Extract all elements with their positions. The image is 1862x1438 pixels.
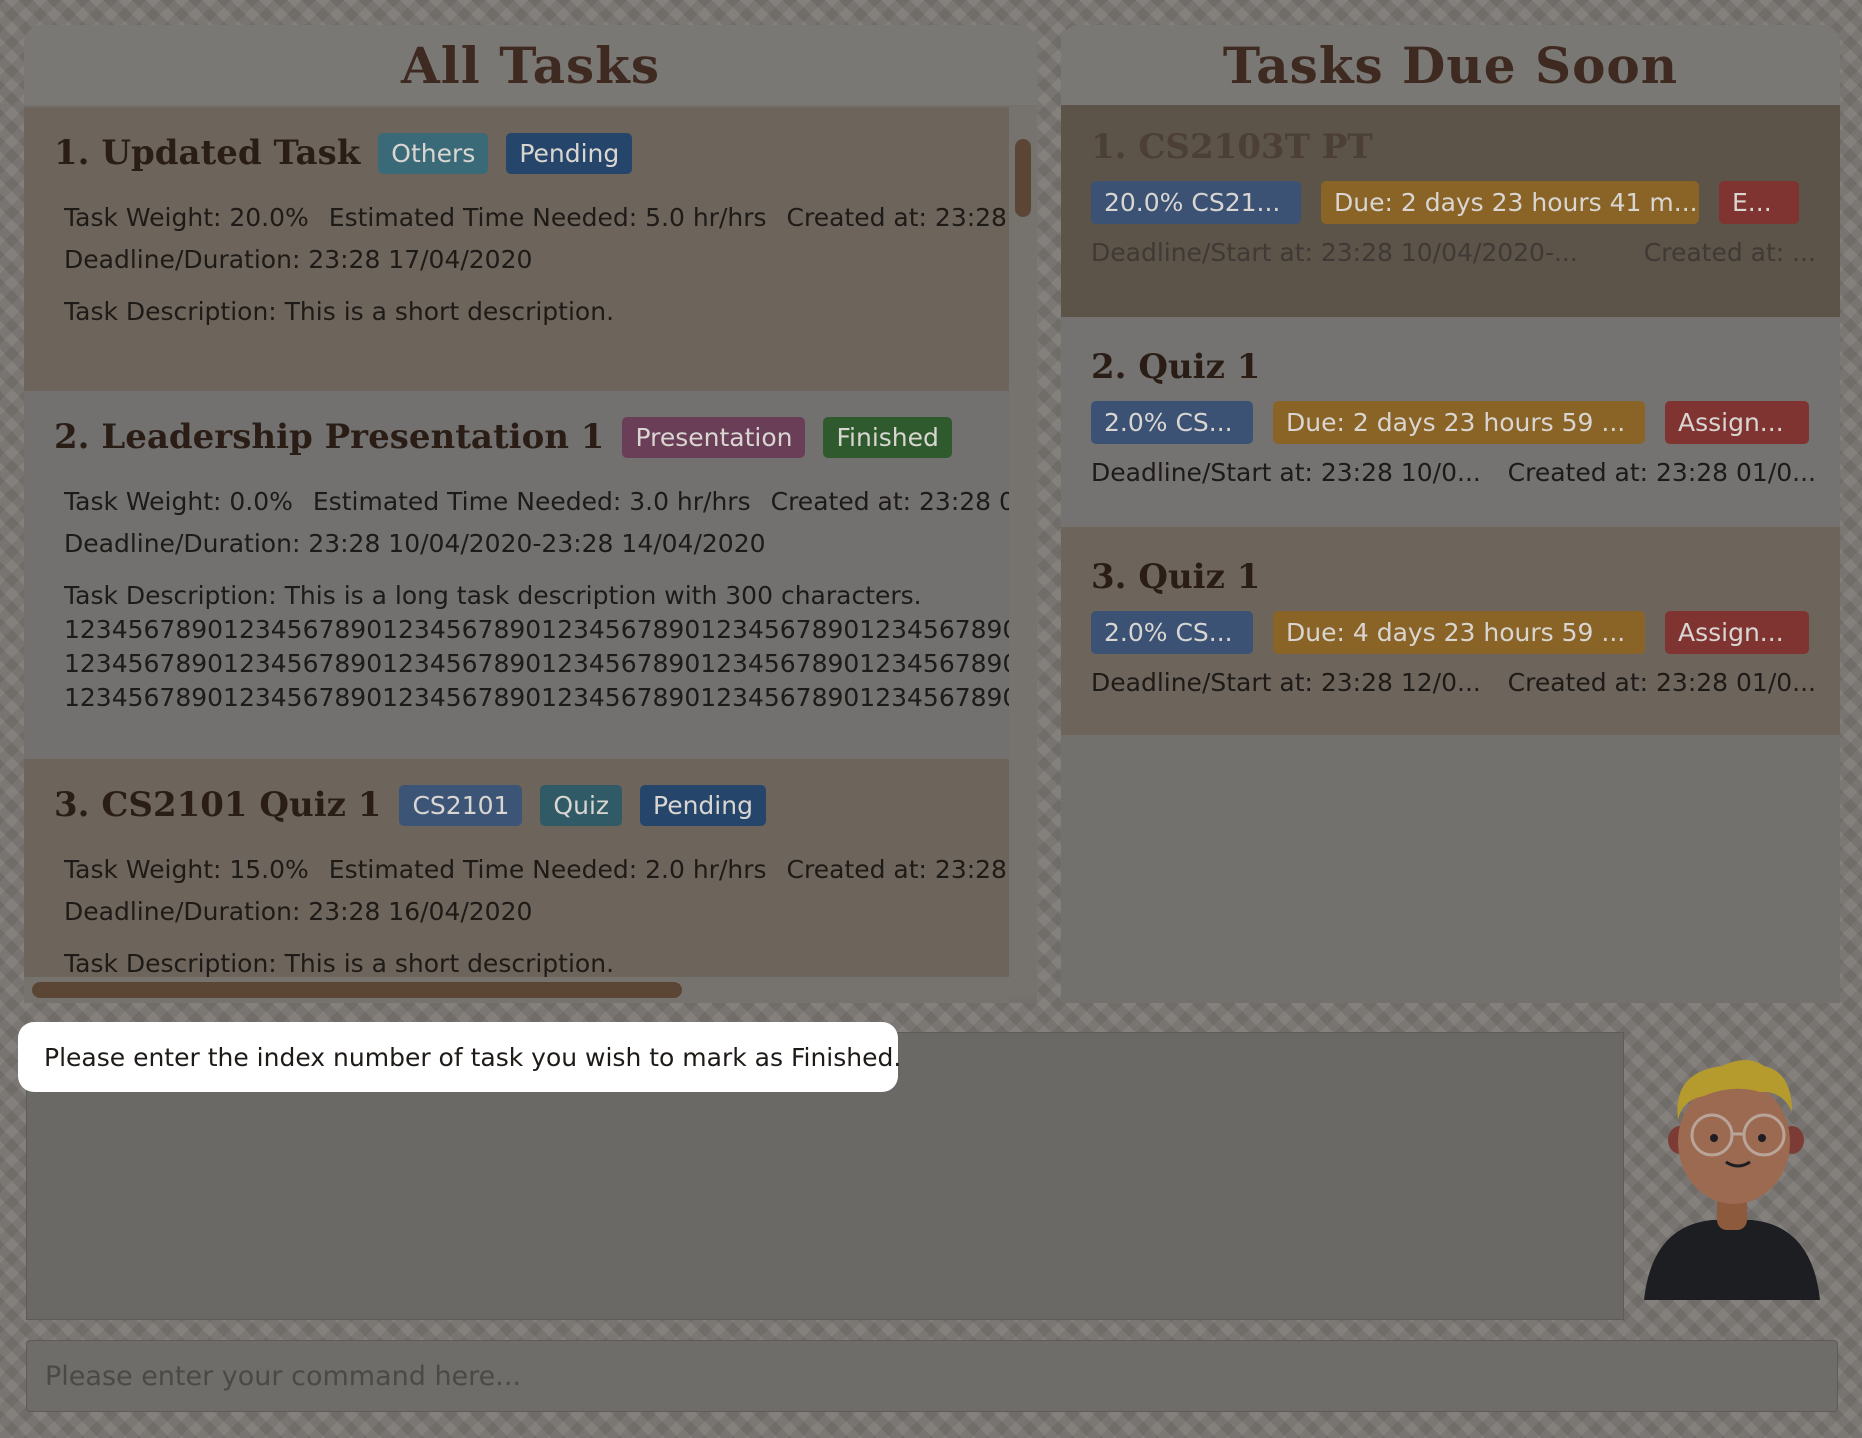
due-deadline: Deadline/Start at: 23:28 10/04/2020-... — [1091, 238, 1578, 267]
task-estimated-time: Estimated Time Needed: 3.0 hr/hrs — [312, 487, 751, 516]
tag-cs2101: CS2101 — [399, 784, 523, 826]
task-card[interactable]: 3. CS2101 Quiz 1 CS2101 Quiz Pending Tas… — [24, 759, 1009, 977]
task-created-at: Created at: 23:28 01 — [770, 487, 1009, 516]
task-estimated-time: Estimated Time Needed: 2.0 hr/hrs — [328, 855, 767, 884]
all-tasks-list[interactable]: 1. Updated Task Others Pending Task Weig… — [24, 107, 1009, 977]
due-card[interactable]: 2. Quiz 1 2.0% CS... Due: 2 days 23 hour… — [1061, 317, 1840, 527]
tag-presentation: Presentation — [622, 416, 806, 458]
due-task-title: 1. CS2103T PT — [1091, 127, 1373, 167]
due-card-selected[interactable]: 1. CS2103T PT 20.0% CS21... Due: 2 days … — [1061, 105, 1840, 317]
due-card[interactable]: 3. Quiz 1 2.0% CS... Due: 4 days 23 hour… — [1061, 527, 1840, 735]
result-message: Please enter the index number of task yo… — [18, 1022, 901, 1092]
command-input[interactable] — [26, 1340, 1838, 1412]
task-created-at: Created at: 23:28 0 — [786, 203, 1009, 232]
task-description: Task Description: This is a short descri… — [64, 949, 615, 977]
vertical-scrollbar-thumb[interactable] — [1015, 139, 1031, 217]
task-title: 2. Leadership Presentation 1 — [54, 417, 605, 457]
due-task-title: 3. Quiz 1 — [1091, 557, 1261, 597]
tag-quiz: Quiz — [540, 784, 623, 826]
due-deadline: Deadline/Start at: 23:28 12/0... — [1091, 668, 1481, 697]
vertical-scrollbar[interactable] — [1009, 107, 1037, 997]
horizontal-scrollbar-thumb[interactable] — [32, 982, 682, 998]
due-created-at: Created at: 23:28 01/0... — [1507, 668, 1816, 697]
due-tag: Due: 4 days 23 hours 59 ... — [1273, 611, 1645, 654]
task-weight: Task Weight: 0.0% — [64, 487, 293, 516]
task-created-at: Created at: 23:28 0 — [786, 855, 1009, 884]
task-card[interactable]: 2. Leadership Presentation 1 Presentatio… — [24, 391, 1009, 759]
pet-avatar-icon — [1642, 1050, 1822, 1300]
weight-tag: 20.0% CS21... — [1091, 181, 1301, 224]
task-description: Task Description: This is a short descri… — [64, 297, 615, 326]
horizontal-scrollbar[interactable] — [24, 977, 1009, 1003]
due-soon-panel: Tasks Due Soon 1. CS2103T PT 20.0% CS21.… — [1061, 25, 1840, 1003]
all-tasks-panel: All Tasks 1. Updated Task Others Pending… — [24, 25, 1037, 1003]
task-weight: Task Weight: 15.0% — [64, 855, 309, 884]
due-task-title: 2. Quiz 1 — [1091, 347, 1261, 387]
type-tag: Assign... — [1665, 611, 1809, 654]
task-weight: Task Weight: 20.0% — [64, 203, 309, 232]
due-created-at: Created at: 23:28 01/0... — [1507, 458, 1816, 487]
task-card[interactable]: 1. Updated Task Others Pending Task Weig… — [24, 107, 1009, 391]
type-tag: E... — [1719, 181, 1799, 224]
all-tasks-header: All Tasks — [24, 25, 1037, 105]
task-deadline: Deadline/Duration: 23:28 10/04/2020-23:2… — [64, 529, 766, 558]
task-title: 1. Updated Task — [54, 133, 361, 173]
due-tag: Due: 2 days 23 hours 59 ... — [1273, 401, 1645, 444]
task-deadline: Deadline/Duration: 23:28 17/04/2020 — [64, 245, 533, 274]
due-created-at: Created at: ... — [1643, 238, 1816, 267]
task-description: Task Description: This is a long task de… — [64, 581, 1009, 712]
status-badge: Finished — [823, 416, 952, 458]
task-estimated-time: Estimated Time Needed: 5.0 hr/hrs — [328, 203, 767, 232]
due-deadline: Deadline/Start at: 23:28 10/0... — [1091, 458, 1481, 487]
status-badge: Pending — [506, 132, 633, 174]
status-badge: Pending — [640, 784, 766, 826]
type-tag: Assign... — [1665, 401, 1809, 444]
tag-others: Others — [378, 132, 489, 174]
due-soon-header: Tasks Due Soon — [1061, 25, 1840, 105]
weight-tag: 2.0% CS... — [1091, 401, 1253, 444]
due-tag: Due: 2 days 23 hours 41 m... — [1321, 181, 1699, 224]
weight-tag: 2.0% CS... — [1091, 611, 1253, 654]
task-title: 3. CS2101 Quiz 1 — [54, 785, 382, 825]
task-deadline: Deadline/Duration: 23:28 16/04/2020 — [64, 897, 533, 926]
